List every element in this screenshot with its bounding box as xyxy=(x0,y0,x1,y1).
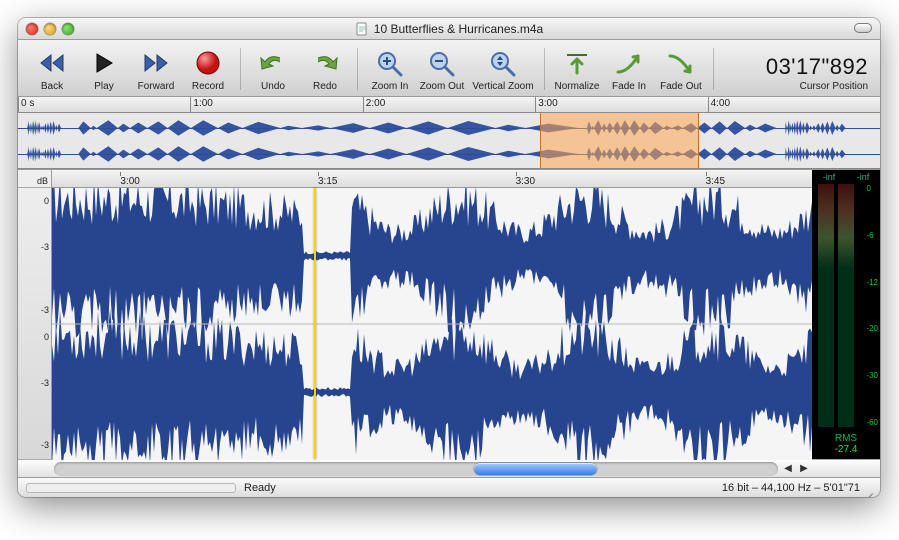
window-title-text: 10 Butterflies & Hurricanes.m4a xyxy=(374,22,543,36)
ruler-tick: 3:00 xyxy=(120,172,139,187)
db-mark: -3 xyxy=(41,242,49,252)
db-mark: 0 xyxy=(44,332,49,342)
cursor-position-display: 03'17"892 Cursor Position xyxy=(766,54,872,92)
minimize-button[interactable] xyxy=(44,23,56,35)
db-mark: -3 xyxy=(41,440,49,450)
toolbar-toggle-button[interactable] xyxy=(854,23,872,33)
scrollbar-thumb[interactable] xyxy=(474,463,597,475)
playhead[interactable] xyxy=(314,188,316,459)
rewind-icon xyxy=(35,51,69,75)
ruler-tick: 1:00 xyxy=(190,97,212,112)
resize-handle[interactable] xyxy=(860,481,874,495)
level-meter: -inf -inf 0 -6 -12 -20 -30 -60 RMS-27.4 xyxy=(812,170,880,459)
db-mark: 0 xyxy=(44,196,49,206)
scroll-left-button[interactable]: ◀ xyxy=(780,462,796,476)
fast-forward-icon xyxy=(139,51,173,75)
document-icon xyxy=(355,22,369,36)
normalize-icon xyxy=(564,49,590,77)
status-message: Ready xyxy=(244,482,276,494)
zoom-out-icon xyxy=(427,49,457,77)
meter-rms-label: RMS xyxy=(835,433,857,444)
record-icon xyxy=(195,50,221,76)
waveform-viewport[interactable]: 3:00 3:15 3:30 3:45 xyxy=(52,170,812,459)
vertical-zoom-button[interactable]: Vertical Zoom xyxy=(468,46,538,92)
normalize-button[interactable]: Normalize xyxy=(551,46,603,92)
record-button[interactable]: Record xyxy=(182,46,234,92)
overview-waveform[interactable] xyxy=(18,113,880,169)
ruler-tick: 3:30 xyxy=(516,172,535,187)
vertical-zoom-icon xyxy=(488,49,518,77)
overview-ruler[interactable]: 0 s 1:00 2:00 3:00 4:00 xyxy=(18,97,880,113)
meter-scale-mark: -20 xyxy=(866,324,878,333)
redo-icon xyxy=(310,50,340,76)
ruler-tick: 4:00 xyxy=(708,97,730,112)
zoom-in-button[interactable]: Zoom In xyxy=(364,46,416,92)
ruler-tick: 3:45 xyxy=(706,172,725,187)
meter-peak-right: -inf xyxy=(857,172,870,182)
progress-bar xyxy=(26,483,236,493)
play-icon xyxy=(93,51,115,75)
titlebar[interactable]: 10 Butterflies & Hurricanes.m4a xyxy=(18,18,880,40)
status-file-info: 16 bit – 44,100 Hz – 5'01"71 xyxy=(722,482,860,494)
undo-icon xyxy=(258,50,288,76)
waveform-canvas[interactable] xyxy=(52,188,812,459)
ruler-tick: 3:00 xyxy=(535,97,557,112)
audio-editor-window: 10 Butterflies & Hurricanes.m4a Back Pla… xyxy=(18,18,880,497)
ruler-tick: 2:00 xyxy=(363,97,385,112)
fade-in-icon xyxy=(614,50,644,76)
fade-out-icon xyxy=(666,50,696,76)
redo-button[interactable]: Redo xyxy=(299,46,351,92)
zoom-in-icon xyxy=(375,49,405,77)
detail-ruler[interactable]: 3:00 3:15 3:30 3:45 xyxy=(52,170,812,188)
ruler-tick: 0 s xyxy=(18,97,34,112)
zoom-out-button[interactable]: Zoom Out xyxy=(416,46,468,92)
fade-out-button[interactable]: Fade Out xyxy=(655,46,707,92)
meter-scale-mark: 0 xyxy=(866,184,878,193)
play-button[interactable]: Play xyxy=(78,46,130,92)
horizontal-scrollbar[interactable]: ◀ ▶ xyxy=(18,459,880,477)
toolbar: Back Play Forward Record Undo Redo Zoom … xyxy=(18,40,880,97)
traffic-lights xyxy=(26,23,74,35)
cursor-position-label: Cursor Position xyxy=(800,81,868,92)
cursor-position-value: 03'17"892 xyxy=(766,54,868,80)
fade-in-button[interactable]: Fade In xyxy=(603,46,655,92)
undo-button[interactable]: Undo xyxy=(247,46,299,92)
ruler-tick: 3:15 xyxy=(318,172,337,187)
meter-peak-left: -inf xyxy=(823,172,836,182)
back-button[interactable]: Back xyxy=(26,46,78,92)
meter-rms-value: -27.4 xyxy=(835,444,858,455)
db-scale-gutter: dB 0 -3 -3 0 -3 -3 xyxy=(18,170,52,459)
main-waveform-area: dB 0-3-3 0-3-3 3:003:153:303:45 -inf-inf… xyxy=(18,169,880,459)
meter-scale-mark: -6 xyxy=(866,231,878,240)
meter-scale-mark: -12 xyxy=(866,278,878,287)
window-title: 10 Butterflies & Hurricanes.m4a xyxy=(18,22,880,36)
scrollbar-track[interactable] xyxy=(54,462,778,476)
meter-scale-mark: -30 xyxy=(866,371,878,380)
close-button[interactable] xyxy=(26,23,38,35)
status-bar: Ready 16 bit – 44,100 Hz – 5'01"71 xyxy=(18,477,880,497)
overview-selection[interactable] xyxy=(540,113,699,168)
db-mark: -3 xyxy=(41,378,49,388)
meter-scale-mark: -60 xyxy=(866,418,878,427)
forward-button[interactable]: Forward xyxy=(130,46,182,92)
zoom-button[interactable] xyxy=(62,23,74,35)
scroll-right-button[interactable]: ▶ xyxy=(796,462,812,476)
db-header: dB xyxy=(18,170,51,188)
db-mark: -3 xyxy=(41,305,49,315)
